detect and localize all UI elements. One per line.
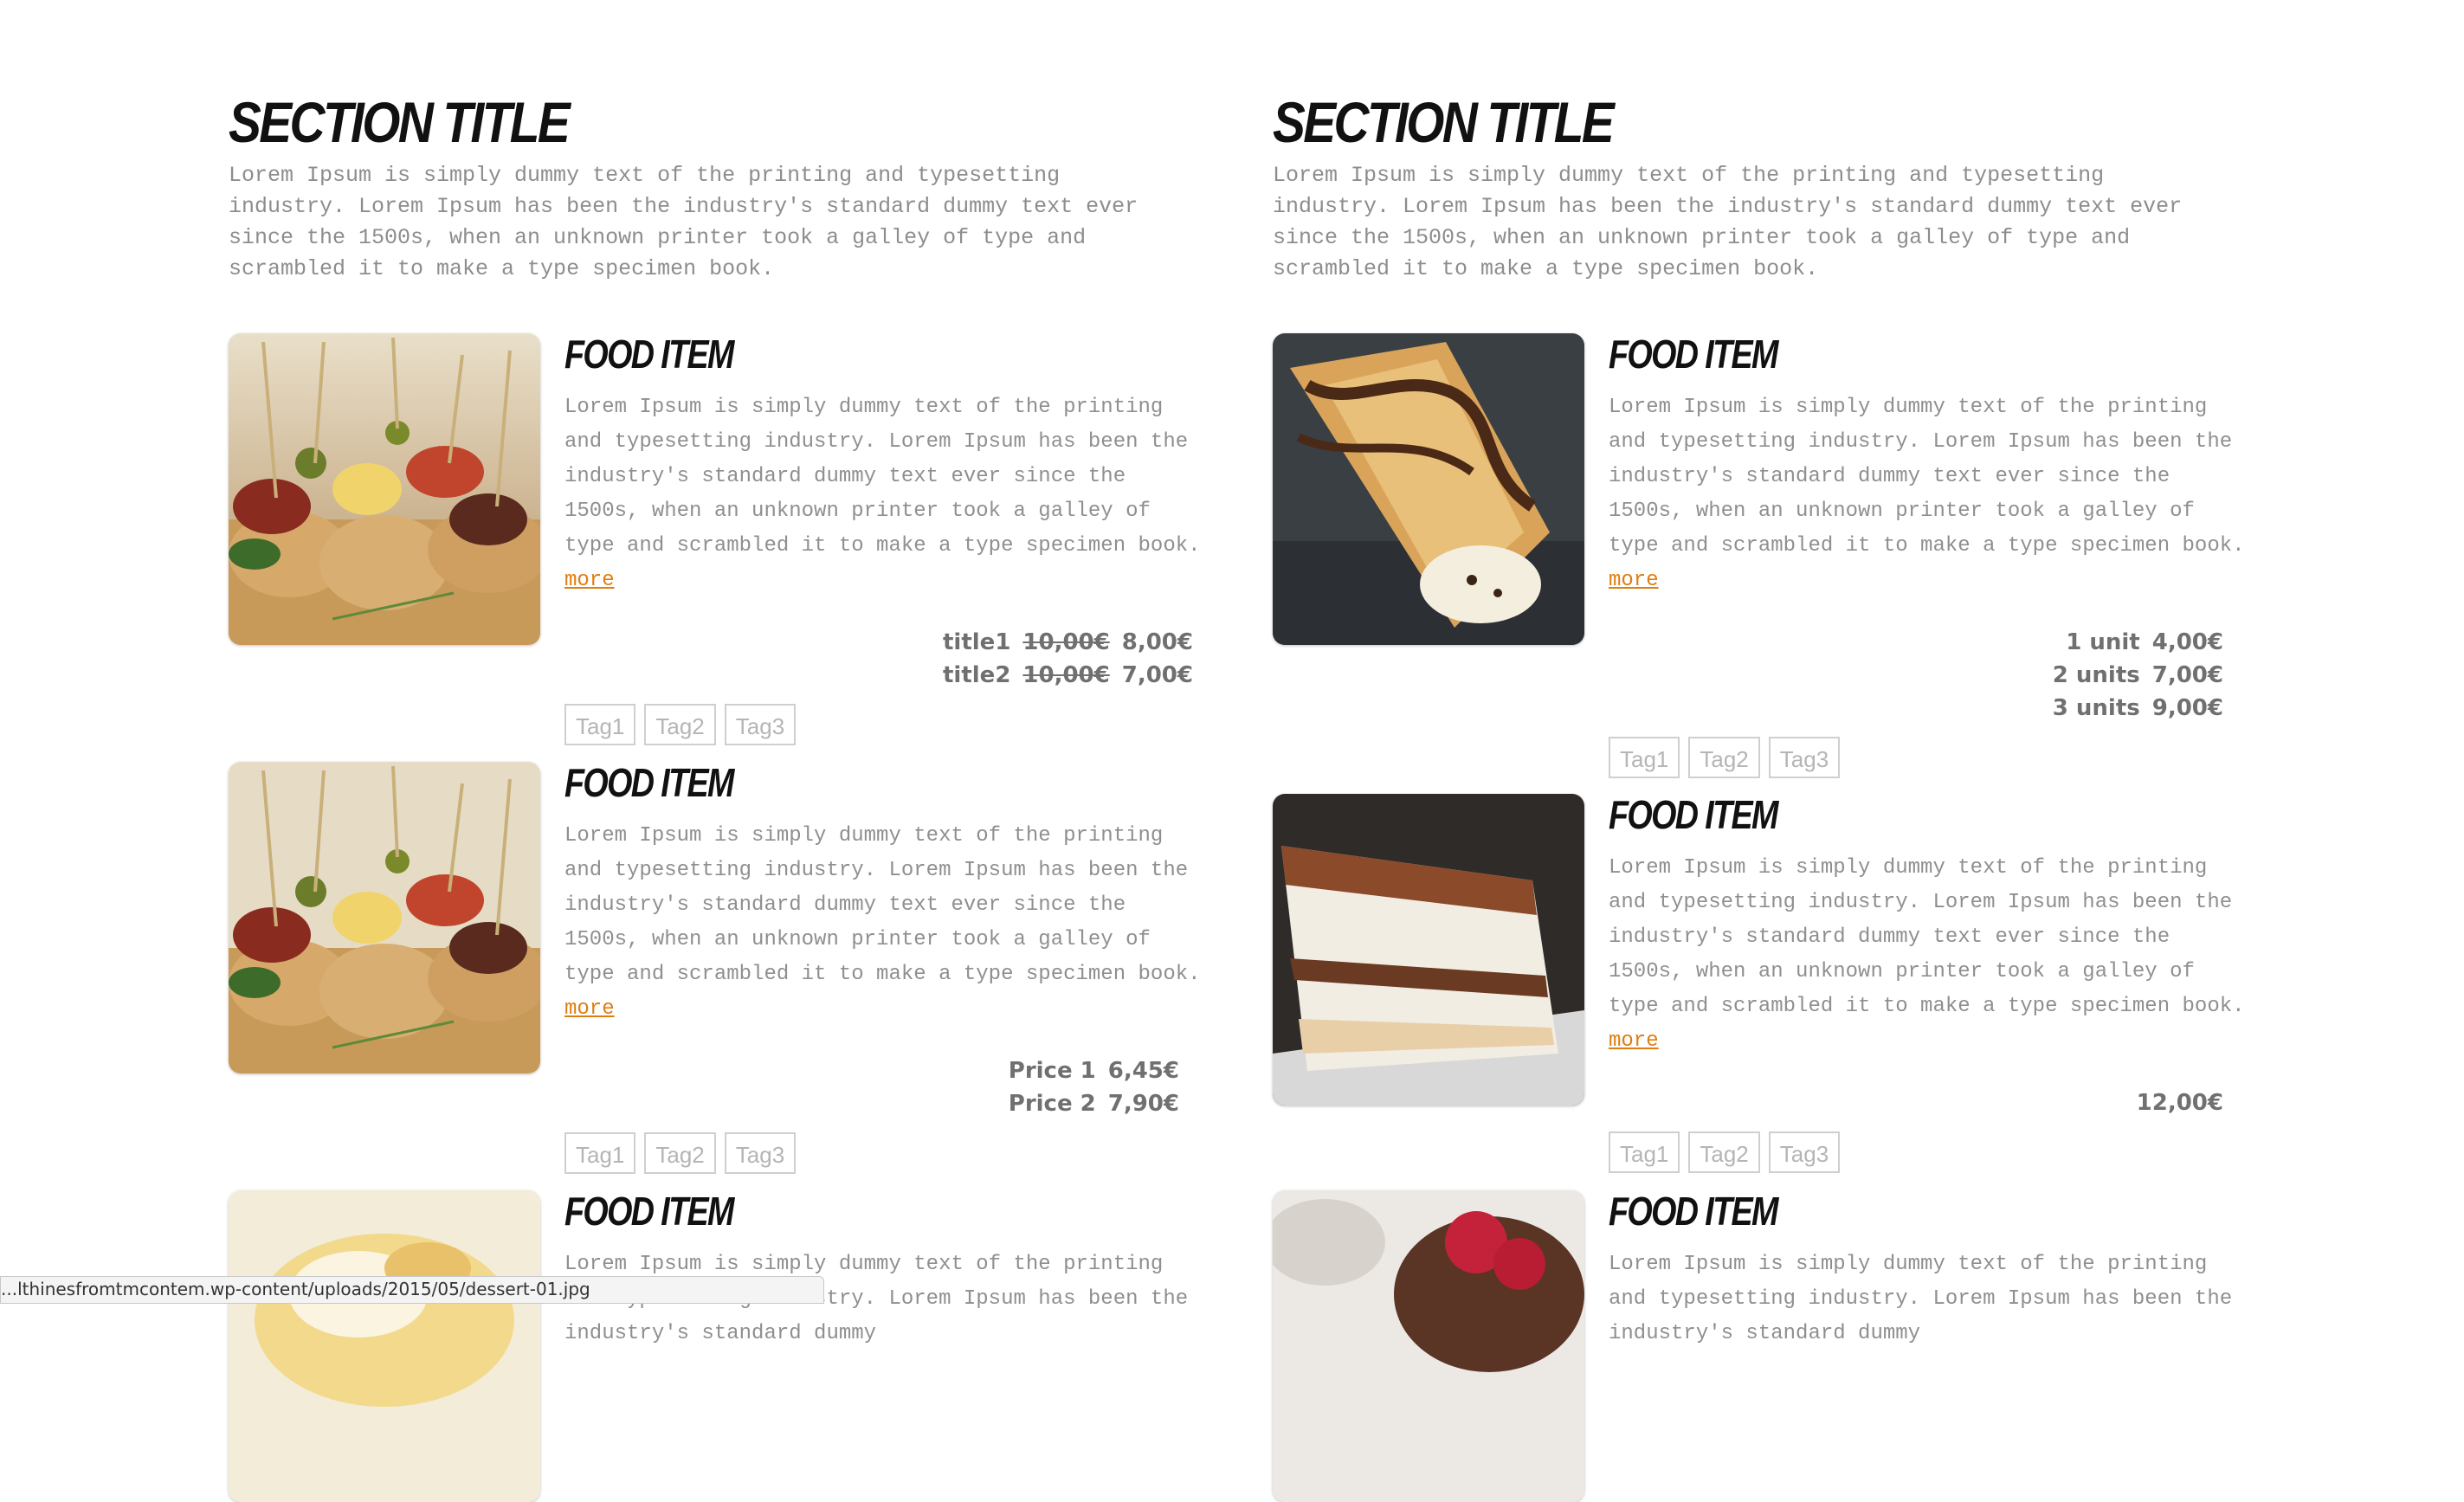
price-row: 2 units 7,00€ xyxy=(2053,659,2237,692)
price-new: 7,00€ xyxy=(2151,662,2223,688)
section-description: Lorem Ipsum is simply dummy text of the … xyxy=(1273,163,2183,281)
more-link[interactable]: more xyxy=(1609,564,2251,598)
price-list: 1 unit 4,00€ 2 units 7,00€ 3 units 9,00€ xyxy=(1609,626,2251,725)
tag[interactable]: Tag3 xyxy=(1768,1131,1841,1173)
item-info: FOOD ITEM Lorem Ipsum is simply dummy te… xyxy=(1609,333,2251,778)
tag[interactable]: Tag1 xyxy=(1609,1131,1680,1173)
tag[interactable]: Tag1 xyxy=(1609,737,1680,778)
item-info: FOOD ITEM Lorem Ipsum is simply dummy te… xyxy=(564,1190,1207,1351)
price-row: title2 10,00€ 7,00€ xyxy=(943,659,1193,692)
more-link[interactable]: more xyxy=(564,564,1207,598)
item-info: FOOD ITEM Lorem Ipsum is simply dummy te… xyxy=(564,333,1207,745)
tag[interactable]: Tag1 xyxy=(564,704,636,745)
tiramisu-cake-photo[interactable] xyxy=(1273,794,1584,1106)
item-description: Lorem Ipsum is simply dummy text of the … xyxy=(1609,856,2245,1018)
item-title: FOOD ITEM xyxy=(564,1189,734,1234)
section-title: SECTION TITLE xyxy=(1273,90,1615,154)
browser-status-bar: ...lthinesfromtmcontem.wp-content/upload… xyxy=(0,1276,824,1304)
section-title: SECTION TITLE xyxy=(229,90,571,154)
more-link[interactable]: more xyxy=(564,992,1207,1027)
tapas-skewers-photo[interactable] xyxy=(229,333,540,645)
pastry-dessert-photo[interactable] xyxy=(229,1190,540,1502)
price-label: Price 2 xyxy=(1008,1091,1096,1117)
price-row: Price 2 7,90€ xyxy=(1009,1087,1193,1120)
price-new: 4,00€ xyxy=(2151,629,2223,655)
item-title: FOOD ITEM xyxy=(1609,792,1778,837)
item-title: FOOD ITEM xyxy=(1609,1189,1778,1234)
item-title: FOOD ITEM xyxy=(564,332,734,377)
price-new: 9,00€ xyxy=(2151,695,2223,721)
tag[interactable]: Tag2 xyxy=(644,704,716,745)
tag[interactable]: Tag1 xyxy=(564,1132,636,1174)
tag[interactable]: Tag3 xyxy=(724,1132,797,1174)
price-new: 7,90€ xyxy=(1107,1091,1179,1117)
price-old: 10,00€ xyxy=(1022,662,1110,688)
item-info: FOOD ITEM Lorem Ipsum is simply dummy te… xyxy=(564,762,1207,1174)
item-title: FOOD ITEM xyxy=(1609,332,1778,377)
item-description: Lorem Ipsum is simply dummy text of the … xyxy=(564,396,1201,558)
tapas-skewers-photo[interactable] xyxy=(229,762,540,1073)
tag[interactable]: Tag2 xyxy=(1688,737,1760,778)
section-left: SECTION TITLE Lorem Ipsum is simply dumm… xyxy=(229,90,1207,1502)
price-label: 2 units xyxy=(2052,662,2140,688)
price-row: title1 10,00€ 8,00€ xyxy=(943,626,1193,659)
section-right: SECTION TITLE Lorem Ipsum is simply dumm… xyxy=(1273,90,2251,1502)
tag-list: Tag1 Tag2 Tag3 xyxy=(1609,737,2251,778)
item-description: Lorem Ipsum is simply dummy text of the … xyxy=(1609,1253,2233,1345)
more-link[interactable]: more xyxy=(1609,1024,2251,1059)
tag-list: Tag1 Tag2 Tag3 xyxy=(1609,1131,2251,1173)
price-new: 6,45€ xyxy=(1107,1058,1179,1084)
tag-list: Tag1 Tag2 Tag3 xyxy=(564,704,1207,745)
price-label: title1 xyxy=(943,629,1011,655)
tag[interactable]: Tag3 xyxy=(1768,737,1841,778)
price-row: 3 units 9,00€ xyxy=(2053,692,2237,725)
price-new: 7,00€ xyxy=(1121,662,1193,688)
section-description: Lorem Ipsum is simply dummy text of the … xyxy=(229,163,1138,281)
cannoli-photo[interactable] xyxy=(1273,333,1584,645)
item-info: FOOD ITEM Lorem Ipsum is simply dummy te… xyxy=(1609,1190,2251,1351)
price-old: 10,00€ xyxy=(1022,629,1110,655)
price-label: 1 unit xyxy=(2066,629,2140,655)
price-label: Price 1 xyxy=(1008,1058,1096,1084)
price-list: title1 10,00€ 8,00€ title2 10,00€ 7,00€ xyxy=(564,626,1207,692)
item-description: Lorem Ipsum is simply dummy text of the … xyxy=(1609,396,2245,558)
price-row: 1 unit 4,00€ xyxy=(2066,626,2237,659)
item-info: FOOD ITEM Lorem Ipsum is simply dummy te… xyxy=(1609,794,2251,1173)
item-title: FOOD ITEM xyxy=(564,760,734,805)
tag[interactable]: Tag3 xyxy=(724,704,797,745)
raspberry-dessert-photo[interactable] xyxy=(1273,1190,1584,1502)
price-list: 12,00€ xyxy=(1609,1086,2251,1119)
item-description: Lorem Ipsum is simply dummy text of the … xyxy=(564,824,1201,986)
price-new: 12,00€ xyxy=(2136,1090,2223,1116)
tag[interactable]: Tag2 xyxy=(644,1132,716,1174)
price-label: title2 xyxy=(943,662,1011,688)
price-row: 12,00€ xyxy=(2125,1086,2237,1119)
tag-list: Tag1 Tag2 Tag3 xyxy=(564,1132,1207,1174)
price-list: Price 1 6,45€ Price 2 7,90€ xyxy=(564,1054,1207,1120)
price-label: 3 units xyxy=(2052,695,2140,721)
price-new: 8,00€ xyxy=(1121,629,1193,655)
tag[interactable]: Tag2 xyxy=(1688,1131,1760,1173)
price-row: Price 1 6,45€ xyxy=(1009,1054,1193,1087)
